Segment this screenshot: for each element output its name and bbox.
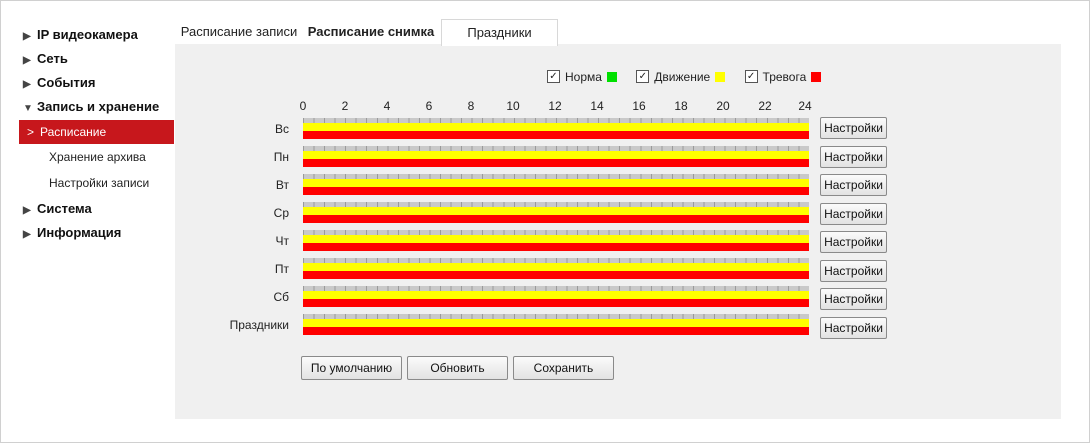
save-button[interactable]: Сохранить: [513, 356, 614, 380]
sidebar-subitem-label: Расписание: [40, 125, 107, 139]
alarm-checkbox[interactable]: ✓: [744, 70, 758, 83]
legend-normal-label: Норма: [565, 69, 602, 84]
schedule-bar-sun[interactable]: [303, 118, 809, 139]
sidebar-item-label: Информация: [37, 225, 122, 240]
day-label-wed: Ср: [273, 206, 289, 220]
sidebar-item-system[interactable]: ▶ Система: [23, 201, 92, 216]
legend-alarm: ✓ Тревога: [744, 69, 822, 84]
settings-button-mon[interactable]: Настройки: [820, 146, 887, 168]
settings-button-tue[interactable]: Настройки: [820, 174, 887, 196]
chevron-right-icon: >: [27, 125, 35, 139]
motion-color-swatch: [715, 71, 726, 82]
day-label-mon: Пн: [273, 150, 289, 164]
schedule-bar-mon[interactable]: [303, 146, 809, 167]
schedule-bar-fri[interactable]: [303, 258, 809, 279]
hour-label: 24: [798, 99, 812, 113]
hour-label: 16: [632, 99, 646, 113]
settings-button-sun[interactable]: Настройки: [820, 117, 887, 139]
hour-label: 12: [548, 99, 562, 113]
settings-button-fri[interactable]: Настройки: [820, 260, 887, 282]
normal-checkbox[interactable]: ✓: [547, 70, 560, 83]
day-label-holidays: Праздники: [229, 318, 289, 332]
day-label-sat: Сб: [273, 290, 289, 304]
settings-button-sat[interactable]: Настройки: [820, 288, 887, 310]
normal-color-swatch: [606, 71, 617, 82]
day-label-thu: Чт: [275, 234, 290, 248]
legend-alarm-label: Тревога: [762, 69, 807, 84]
day-label-fri: Пт: [274, 262, 289, 276]
tab-snapshot-schedule[interactable]: Расписание снимка: [304, 19, 438, 45]
default-button[interactable]: По умолчанию: [301, 356, 402, 380]
expand-arrow-icon: ▶: [23, 31, 31, 42]
legend-motion-label: Движение: [654, 69, 711, 84]
collapse-arrow-icon: ▼: [23, 103, 33, 114]
sidebar-item-label: Запись и хранение: [37, 99, 160, 114]
hour-label: 10: [506, 99, 520, 113]
schedule-bar-wed[interactable]: [303, 202, 809, 223]
day-label-sun: Вс: [274, 122, 289, 136]
settings-button-thu[interactable]: Настройки: [820, 231, 887, 253]
sidebar-item-recording-storage[interactable]: ▼ Запись и хранение: [23, 99, 159, 114]
expand-arrow-icon: ▶: [23, 205, 31, 216]
sidebar-subitem-record-settings[interactable]: Настройки записи: [19, 171, 174, 195]
tab-holidays[interactable]: Праздники: [441, 19, 558, 46]
sidebar-item-label: Система: [37, 201, 92, 216]
sidebar-item-network[interactable]: ▶ Сеть: [23, 51, 68, 66]
sidebar-item-label: События: [37, 75, 96, 90]
sidebar-item-label: Сеть: [37, 51, 68, 66]
app-frame: ▶ IP видеокамера ▶ Сеть ▶ События ▼ Запись и…: [0, 0, 1090, 443]
hour-label: 20: [716, 99, 730, 113]
legend-motion: ✓ Движение: [636, 69, 726, 84]
refresh-button[interactable]: Обновить: [407, 356, 508, 380]
schedule-bar-holidays[interactable]: [303, 314, 809, 335]
hour-label: 8: [467, 99, 475, 113]
schedule-bar-thu[interactable]: [303, 230, 809, 251]
sidebar-subitem-label: Хранение архива: [49, 150, 146, 164]
expand-arrow-icon: ▶: [23, 79, 31, 90]
expand-arrow-icon: ▶: [23, 55, 31, 66]
sidebar-item-label: IP видеокамера: [37, 27, 138, 42]
sidebar-subitem-schedule[interactable]: > Расписание: [19, 120, 174, 144]
sidebar-item-events[interactable]: ▶ События: [23, 75, 95, 90]
tab-record-schedule[interactable]: Расписание записи: [177, 19, 301, 45]
motion-checkbox[interactable]: ✓: [636, 70, 650, 83]
hour-label: 2: [341, 99, 349, 113]
expand-arrow-icon: ▶: [23, 229, 31, 240]
schedule-bar-tue[interactable]: [303, 174, 809, 195]
sidebar-item-info[interactable]: ▶ Информация: [23, 225, 121, 240]
hour-label: 4: [383, 99, 391, 113]
sidebar-subitem-archive-storage[interactable]: Хранение архива: [19, 145, 174, 169]
sidebar-subitem-label: Настройки записи: [49, 176, 150, 190]
day-label-tue: Вт: [275, 178, 289, 192]
sidebar-item-ip-camera[interactable]: ▶ IP видеокамера: [23, 27, 138, 42]
settings-button-holidays[interactable]: Настройки: [820, 317, 887, 339]
settings-button-wed[interactable]: Настройки: [820, 203, 887, 225]
schedule-bar-sat[interactable]: [303, 286, 809, 307]
hour-label: 14: [590, 99, 604, 113]
hour-label: 0: [299, 99, 307, 113]
hour-label: 6: [425, 99, 433, 113]
legend-normal: ✓ Норма: [547, 70, 617, 84]
legend: ✓ Норма ✓ Движение ✓ Тревога: [547, 68, 837, 84]
hour-label: 18: [674, 99, 688, 113]
hour-label: 22: [758, 99, 772, 113]
alarm-color-swatch: [811, 71, 822, 82]
